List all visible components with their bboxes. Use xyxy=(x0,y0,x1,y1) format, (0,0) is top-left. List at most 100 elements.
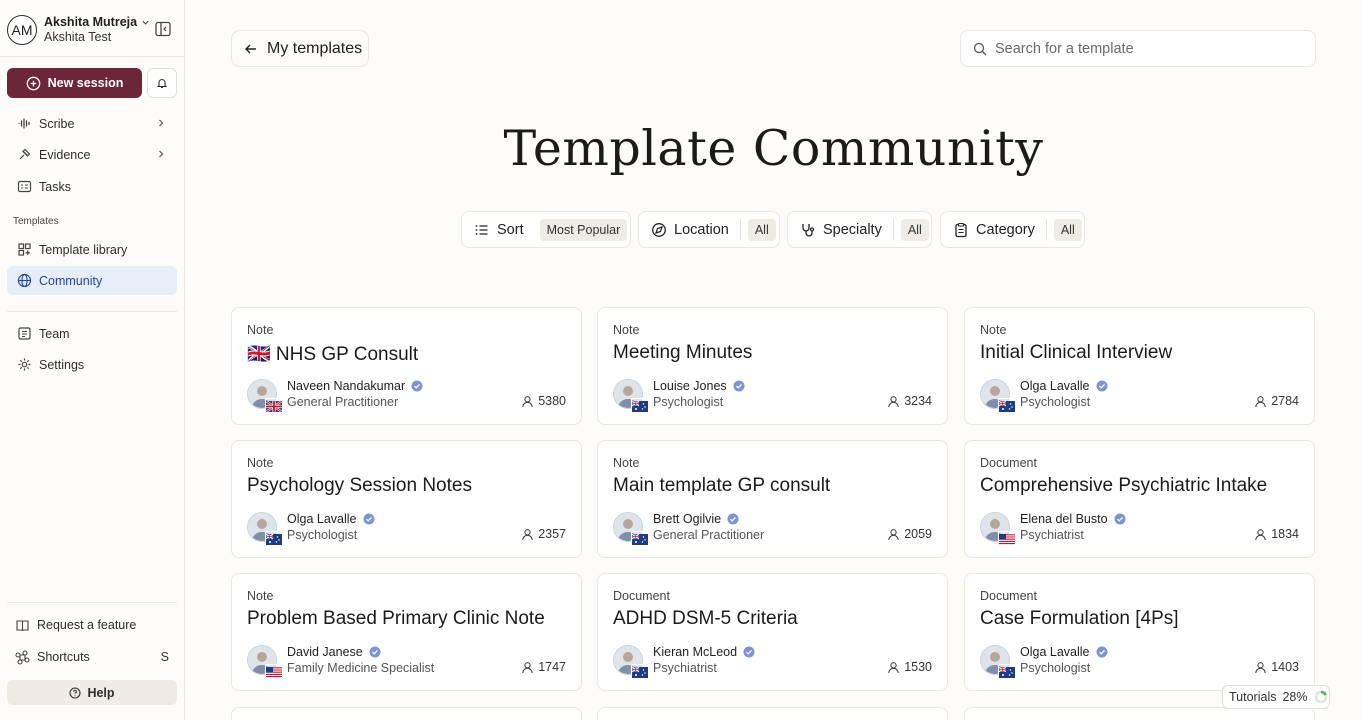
template-type: Document xyxy=(613,589,670,603)
usage-count: 1530 xyxy=(887,660,932,674)
user-icon xyxy=(522,395,533,407)
tutorials-label: Tutorials xyxy=(1229,690,1277,704)
location-icon xyxy=(651,222,667,238)
sidebar-item-community[interactable]: Community xyxy=(7,266,177,295)
author-avatar xyxy=(980,379,1015,412)
sidebar-item-evidence[interactable]: Evidence xyxy=(7,140,177,169)
author-name: Elena del Busto xyxy=(1020,512,1108,526)
author-avatar xyxy=(613,512,648,545)
sidebar-item-scribe[interactable]: Scribe xyxy=(7,109,177,138)
author-role: Psychologist xyxy=(287,528,358,542)
user-icon xyxy=(522,528,533,540)
author-name: Olga Lavalle xyxy=(1020,379,1090,393)
template-type: Note xyxy=(613,323,640,337)
template-title: Case Formulation [4Ps] xyxy=(980,608,1179,629)
request-feature-link[interactable]: Request a feature xyxy=(7,612,177,638)
plus-circle-icon xyxy=(26,76,40,90)
new-session-button[interactable]: New session xyxy=(7,68,142,98)
template-card[interactable] xyxy=(231,707,582,720)
specialty-filter[interactable]: Specialty All xyxy=(787,211,932,248)
usage-count-value: 1403 xyxy=(1271,660,1299,674)
usage-count: 1747 xyxy=(521,660,566,674)
location-value-chip[interactable]: All xyxy=(747,218,776,241)
sidebar-item-tasks[interactable]: Tasks xyxy=(7,172,177,201)
stethoscope-icon xyxy=(800,222,816,238)
bell-icon xyxy=(156,79,168,89)
globe-icon xyxy=(17,273,32,288)
author-avatar xyxy=(247,379,283,413)
author-name: Kieran McLeod xyxy=(653,645,738,659)
template-title: Psychology Session Notes xyxy=(247,475,472,496)
evidence-icon xyxy=(17,147,32,162)
country-flag-icon xyxy=(265,398,283,413)
template-card[interactable]: Note Problem Based Primary Clinic Note Dav… xyxy=(231,573,582,691)
sidebar-item-settings[interactable]: Settings xyxy=(7,350,177,379)
template-card[interactable]: Note Initial Clinical Interview Olga Laval… xyxy=(964,307,1315,425)
help-button[interactable]: Help xyxy=(7,680,177,705)
shortcuts-link[interactable]: Shortcuts S xyxy=(7,644,177,670)
tutorials-progress: 28% xyxy=(1282,690,1308,704)
search-input[interactable] xyxy=(995,40,1295,57)
user-icon xyxy=(1255,395,1266,407)
category-filter[interactable]: Category All xyxy=(940,211,1085,248)
help-icon xyxy=(69,686,82,699)
search-icon xyxy=(973,42,987,55)
country-flag-icon xyxy=(998,531,1015,545)
template-card[interactable] xyxy=(597,707,948,720)
author-role: General Practitioner xyxy=(287,395,399,409)
author-role: General Practitioner xyxy=(653,528,765,542)
arrow-left-icon xyxy=(245,44,256,53)
template-card[interactable]: Note Psychology Session Notes Olga Lavalle… xyxy=(231,440,582,558)
category-value-chip[interactable]: All xyxy=(1053,218,1082,241)
sidebar-item-team[interactable]: Team xyxy=(7,319,177,348)
author-avatar xyxy=(613,379,648,412)
page-title: Template Community xyxy=(503,120,1044,177)
chevron-right-icon xyxy=(159,119,164,127)
country-flag-icon xyxy=(265,531,282,545)
author-avatar xyxy=(247,512,282,545)
sidebar: AM Akshita Mutreja Akshita Test New sess… xyxy=(0,0,185,720)
sidebar-collapse-icon[interactable] xyxy=(154,20,172,38)
verified-badge-icon xyxy=(727,513,739,525)
template-card[interactable]: Note 🇬🇧 NHS GP Consult Naveen Nandakumar Ge… xyxy=(231,307,582,425)
specialty-label: Specialty xyxy=(823,221,882,238)
usage-count-value: 3234 xyxy=(904,394,932,408)
usage-count-value: 1530 xyxy=(904,660,932,674)
specialty-value-chip[interactable]: All xyxy=(900,218,929,241)
template-card[interactable]: Document Case Formulation [4Ps] Olga Laval… xyxy=(964,573,1315,691)
sort-filter[interactable]: Sort Most Popular xyxy=(461,211,631,248)
user-org: Akshita Test xyxy=(44,30,112,44)
clipboard-icon xyxy=(953,222,969,238)
template-card[interactable]: Note Meeting Minutes Louise Jones Psycholog… xyxy=(597,307,948,425)
author-name: Naveen Nandakumar xyxy=(287,379,406,393)
template-card[interactable]: Document Comprehensive Psychiatric Intake… xyxy=(964,440,1315,558)
category-label: Category xyxy=(976,221,1035,238)
user-icon xyxy=(522,661,533,673)
template-card[interactable]: Document ADHD DSM-5 Criteria Kieran McLeod… xyxy=(597,573,948,691)
team-icon xyxy=(17,326,32,341)
checklist-icon xyxy=(17,179,32,194)
author-avatar xyxy=(980,512,1015,545)
template-type: Note xyxy=(247,589,274,603)
country-flag-icon xyxy=(265,664,282,678)
user-menu[interactable]: AM Akshita Mutreja Akshita Test xyxy=(7,14,177,46)
country-flag-icon xyxy=(631,664,648,678)
tutorials-widget[interactable]: Tutorials 28% xyxy=(1222,685,1330,709)
search-bar[interactable] xyxy=(960,30,1316,67)
author-avatar xyxy=(613,645,648,678)
list-icon xyxy=(474,222,490,238)
sort-value-chip[interactable]: Most Popular xyxy=(539,218,628,241)
author-role: Psychologist xyxy=(653,395,724,409)
sidebar-item-template-library[interactable]: Template library xyxy=(7,235,177,264)
verified-badge-icon xyxy=(733,380,745,392)
author-avatar xyxy=(247,645,282,678)
template-type: Note xyxy=(980,323,1007,337)
notifications-button[interactable] xyxy=(147,68,177,98)
chevron-down-icon xyxy=(142,20,149,25)
location-filter[interactable]: Location All xyxy=(638,211,780,248)
template-type: Document xyxy=(980,456,1037,470)
verified-badge-icon xyxy=(363,513,374,525)
my-templates-back-button[interactable]: My templates xyxy=(231,30,369,67)
template-card[interactable]: Note Main template GP consult Brett Ogilvi… xyxy=(597,440,948,558)
command-icon xyxy=(15,649,30,665)
